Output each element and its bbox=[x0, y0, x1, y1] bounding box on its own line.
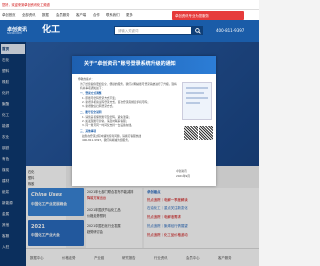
modal-title: 关于“卓创资讯”账号登录系统升级的通知 bbox=[84, 61, 176, 67]
section-heading: 一、登录方式调整 bbox=[80, 91, 102, 95]
qr-code bbox=[199, 126, 213, 140]
welcome-text: 您好，欢迎来到卓创资讯化工频道 bbox=[2, 3, 50, 7]
qr-code bbox=[184, 126, 198, 140]
signature: 卓创资讯 bbox=[176, 169, 187, 173]
channel-title: 化工 bbox=[42, 25, 61, 35]
search-input[interactable]: 请输入关键词 bbox=[114, 26, 192, 35]
nav-item[interactable]: 联系我们 bbox=[106, 13, 120, 17]
nav-item[interactable]: 合作 bbox=[93, 13, 100, 17]
nav-item[interactable]: 全部资讯 bbox=[22, 13, 36, 17]
device-illustration bbox=[182, 82, 212, 120]
tooltip-text: 卓创资讯专业为您服务 bbox=[175, 13, 209, 18]
section-heading: 二、账号安全说明 bbox=[80, 110, 102, 114]
nav-item[interactable]: 更多 bbox=[126, 13, 133, 17]
paragraph: 3. 同一账号同一时间仅支持一台设备在线。 bbox=[82, 123, 134, 127]
search-button[interactable] bbox=[192, 26, 203, 35]
nav-item[interactable]: 数据 bbox=[42, 13, 49, 17]
search-icon bbox=[194, 27, 201, 34]
greeting: 尊敬的客户： bbox=[78, 77, 95, 81]
nav-item[interactable]: 会员服务 bbox=[56, 13, 70, 17]
paragraph: 400-811-9397，我们将竭诚为您服务。 bbox=[82, 138, 131, 142]
section-heading: 三、其他事项 bbox=[80, 129, 97, 133]
upgrade-notice-modal: 关于“卓创资讯”账号登录系统升级的通知 尊敬的客户： 为了给您提供更加安全、便捷… bbox=[72, 56, 216, 186]
paragraph: 为了给您提供更加安全、便捷的服务，我们对网站账号登录系统进行了升级，现将有关事项… bbox=[80, 82, 177, 90]
notice-date: 2021年9月 bbox=[176, 174, 190, 178]
search-placeholder: 请输入关键词 bbox=[118, 29, 139, 33]
top-bar: 您好，欢迎来到卓创资讯化工频道 bbox=[0, 0, 259, 10]
paragraph: 3. 新增微信扫码登录方式。 bbox=[82, 104, 115, 108]
logo[interactable]: 卓创资讯 SCI99.COM bbox=[7, 26, 47, 36]
logo-sub: SCI99.COM bbox=[7, 32, 22, 35]
nav-item[interactable]: 卓创首页 bbox=[2, 13, 16, 17]
nav-item[interactable]: 客户端 bbox=[76, 13, 86, 17]
hotline: 400-811-9397 bbox=[216, 28, 245, 33]
service-tooltip: 卓创资讯专业为您服务 bbox=[172, 11, 244, 20]
modal-body: 尊敬的客户： 为了给您提供更加安全、便捷的服务，我们对网站账号登录系统进行了升级… bbox=[72, 74, 216, 186]
modal-header: 关于“卓创资讯”账号登录系统升级的通知 bbox=[72, 56, 216, 74]
